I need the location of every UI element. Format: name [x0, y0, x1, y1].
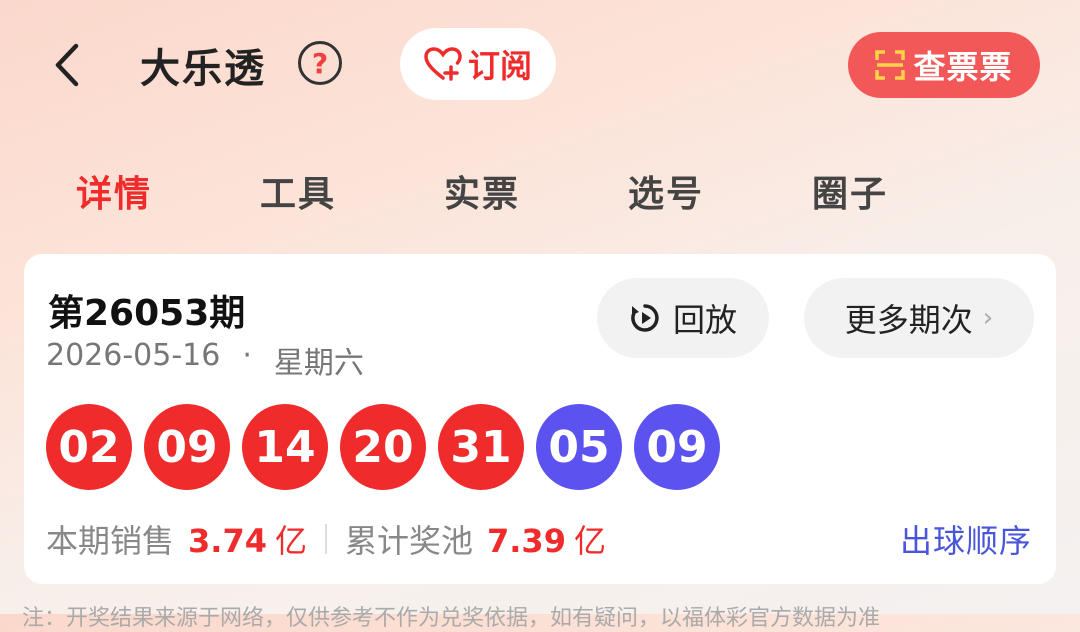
scan-icon — [875, 50, 906, 80]
tab-pick-numbers[interactable]: 选号 — [628, 165, 704, 217]
red-ball: 31 — [438, 404, 524, 490]
red-ball: 20 — [340, 404, 426, 490]
issue-number: 第26053期 — [48, 293, 246, 334]
blue-ball: 09 — [634, 404, 720, 490]
heart-plus-icon — [424, 47, 462, 81]
help-button[interactable]: ? — [298, 41, 342, 85]
header: 大乐透 ? 订阅 查票票 — [0, 0, 1080, 130]
pool-value: 7.39 — [487, 522, 566, 560]
replay-button[interactable]: 回放 — [597, 278, 769, 358]
winning-numbers: 02 09 14 20 31 05 09 — [46, 404, 720, 490]
more-issues-label: 更多期次 — [844, 301, 973, 339]
check-ticket-label: 查票票 — [913, 48, 1013, 86]
blue-ball: 05 — [536, 404, 622, 490]
pool-unit: 亿 — [573, 522, 606, 560]
replay-label: 回放 — [672, 301, 737, 339]
tab-tools[interactable]: 工具 — [260, 165, 336, 217]
replay-icon — [631, 304, 659, 332]
draw-weekday: 星期六 — [273, 346, 364, 381]
check-ticket-button[interactable]: 查票票 — [848, 32, 1040, 98]
tab-circle[interactable]: 圈子 — [812, 165, 888, 217]
subscribe-label: 订阅 — [467, 47, 532, 85]
draw-order-link[interactable]: 出球顺序 — [900, 516, 1032, 562]
subscribe-button[interactable]: 订阅 — [400, 28, 556, 100]
date-separator: · — [242, 338, 252, 373]
chevron-left-icon — [55, 43, 79, 87]
sales-value: 3.74 — [188, 522, 267, 560]
red-ball: 14 — [242, 404, 328, 490]
sales-label: 本期销售 — [46, 522, 175, 560]
question-circle-icon: ? — [311, 46, 329, 80]
draw-date: 2026-05-16 — [46, 338, 221, 373]
stats-divider — [324, 524, 327, 554]
tab-bar: 详情 工具 实票 选号 圈子 — [0, 165, 1080, 225]
sales-stats: 本期销售 3.74 亿 累计奖池 7.39 亿 — [46, 516, 606, 562]
draw-result-card: 第26053期 2026-05-16 · 星期六 回放 更多期次 › 02 09… — [24, 254, 1056, 584]
back-button[interactable] — [48, 40, 88, 90]
pool-label: 累计奖池 — [344, 522, 473, 560]
chevron-right-icon: › — [982, 303, 994, 333]
draw-date-row: 2026-05-16 · 星期六 — [46, 338, 364, 382]
more-issues-button[interactable]: 更多期次 › — [804, 278, 1034, 358]
tab-details[interactable]: 详情 — [76, 165, 152, 217]
red-ball: 09 — [144, 404, 230, 490]
tab-real-tickets[interactable]: 实票 — [444, 165, 520, 217]
red-ball: 02 — [46, 404, 132, 490]
page-title: 大乐透 — [140, 46, 266, 92]
sales-unit: 亿 — [274, 522, 307, 560]
disclaimer-text: 注：开奖结果来源于网络，仅供参考不作为兑奖依据，如有疑问，以福体彩官方数据为准 — [22, 606, 881, 631]
